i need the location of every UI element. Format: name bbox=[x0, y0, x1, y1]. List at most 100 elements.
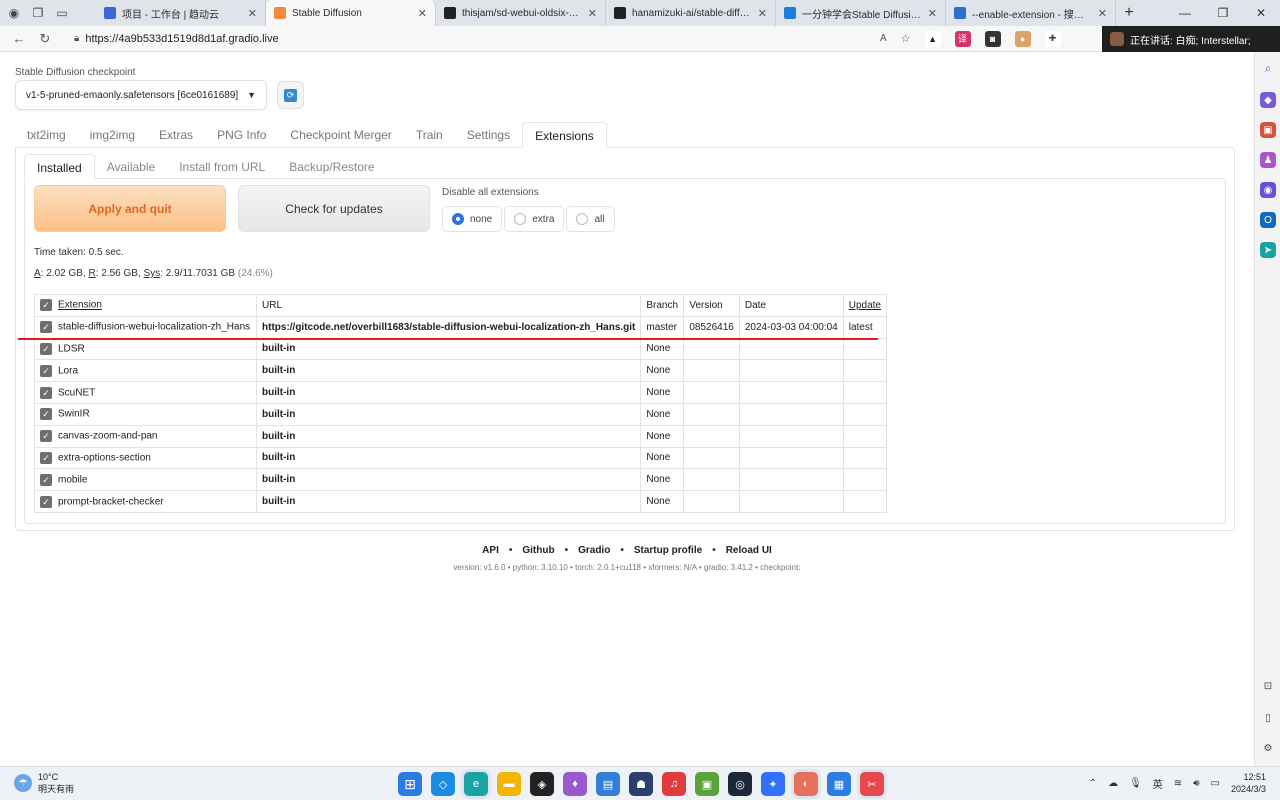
sidebar-tools-icon[interactable]: ▣ bbox=[1260, 122, 1276, 138]
sidebar-copilot-icon[interactable]: ◉ bbox=[1260, 182, 1276, 198]
footer-link-startup-profile[interactable]: Startup profile bbox=[634, 545, 702, 556]
radio-extra[interactable]: extra bbox=[504, 206, 565, 232]
weather-widget[interactable]: ☂ 10°C 明天有雨 bbox=[14, 771, 74, 795]
tab-close-icon[interactable]: ✕ bbox=[418, 7, 427, 20]
sidebar-outlook-icon[interactable]: O bbox=[1260, 212, 1276, 228]
radio-all[interactable]: all bbox=[566, 206, 615, 232]
browser-app-icon[interactable]: ◐ bbox=[794, 772, 818, 796]
browser-tab[interactable]: hanamizuki-ai/stable-diffusion ✕ bbox=[606, 0, 776, 26]
tab-close-icon[interactable]: ✕ bbox=[758, 7, 767, 20]
board-app-icon[interactable]: ▦ bbox=[827, 772, 851, 796]
extension-triangle-icon[interactable]: ▲ bbox=[924, 30, 941, 47]
steam-icon[interactable]: ◎ bbox=[728, 772, 752, 796]
browser-tab[interactable]: --enable-extension - 搜索 --- ✕ bbox=[946, 0, 1116, 26]
browser-tab[interactable]: Stable Diffusion ✕ bbox=[266, 0, 436, 26]
check-for-updates-button[interactable]: Check for updates bbox=[238, 185, 430, 232]
extension-checkbox[interactable]: ✓ bbox=[40, 408, 52, 421]
url-field[interactable]: 🔒︎ https://4a9b533d1519d8d1af.gradio.liv… bbox=[66, 28, 866, 50]
checkpoint-dropdown[interactable]: v1-5-pruned-emaonly.safetensors [6ce0161… bbox=[15, 80, 267, 110]
select-all-checkbox[interactable]: ✓ bbox=[40, 299, 52, 312]
read-aloud-icon[interactable]: A bbox=[880, 33, 887, 44]
table-cell bbox=[683, 359, 740, 383]
extension-translate-icon[interactable]: 译 bbox=[954, 30, 971, 47]
extensions-puzzle-icon[interactable]: ✚ bbox=[1044, 30, 1061, 47]
file-explorer-icon[interactable]: ▬ bbox=[497, 772, 521, 796]
tab-img2img[interactable]: img2img bbox=[78, 122, 147, 148]
sidebar-tag-icon[interactable]: ◆ bbox=[1260, 92, 1276, 108]
subtab-backup-restore[interactable]: Backup/Restore bbox=[277, 154, 386, 180]
extension-checkbox[interactable]: ✓ bbox=[40, 430, 52, 443]
green-app-icon[interactable]: ▣ bbox=[695, 772, 719, 796]
tab-checkpoint-merger[interactable]: Checkpoint Merger bbox=[278, 122, 403, 148]
extension-checkbox[interactable]: ✓ bbox=[40, 473, 52, 486]
tab-png-info[interactable]: PNG Info bbox=[205, 122, 278, 148]
netease-music-icon[interactable]: ♫ bbox=[662, 772, 686, 796]
cursor-app-icon[interactable]: ◈ bbox=[530, 772, 554, 796]
extension-checkbox[interactable]: ✓ bbox=[40, 451, 52, 464]
favorite-star-icon[interactable]: ☆ bbox=[901, 32, 911, 45]
sidebar-layout-icon[interactable]: ▯ bbox=[1260, 710, 1276, 726]
sidebar-search-icon[interactable]: ⌕ bbox=[1260, 60, 1276, 76]
ime-indicator[interactable]: 英 bbox=[1153, 776, 1163, 791]
back-icon[interactable]: ← bbox=[6, 31, 32, 46]
tab-close-icon[interactable]: ✕ bbox=[588, 7, 597, 20]
reload-icon[interactable]: ↻ bbox=[32, 31, 58, 47]
tab-extras[interactable]: Extras bbox=[147, 122, 205, 148]
footer-link-reload-ui[interactable]: Reload UI bbox=[726, 545, 772, 556]
profile-avatar-icon[interactable]: ◉ bbox=[6, 5, 22, 21]
apply-and-quit-button[interactable]: Apply and quit bbox=[34, 185, 226, 232]
sidebar-send-icon[interactable]: ➤ bbox=[1260, 242, 1276, 258]
tab-settings[interactable]: Settings bbox=[455, 122, 522, 148]
edge-icon[interactable]: e bbox=[464, 772, 488, 796]
snipping-tool-icon[interactable]: ✂ bbox=[860, 772, 884, 796]
restore-icon[interactable]: ❐ bbox=[1204, 0, 1242, 26]
browser-tab[interactable]: thisjam/sd-webui-oldsix-prom ✕ bbox=[436, 0, 606, 26]
subtab-install-from-url[interactable]: Install from URL bbox=[167, 154, 277, 180]
tab-close-icon[interactable]: ✕ bbox=[1098, 7, 1107, 20]
extension-cookie-icon[interactable]: ● bbox=[1014, 30, 1031, 47]
extension-glasses-icon[interactable]: ◙ bbox=[984, 30, 1001, 47]
sidebar-settings-icon[interactable]: ⚙ bbox=[1260, 740, 1276, 756]
vscode-icon[interactable]: ◇ bbox=[431, 772, 455, 796]
browser-tab[interactable]: 一分钟学会Stable Diffusion设置 ✕ bbox=[776, 0, 946, 26]
sidebar-games-icon[interactable]: ♟ bbox=[1260, 152, 1276, 168]
microphone-icon[interactable]: 🎙︎ bbox=[1129, 778, 1142, 789]
wifi-icon[interactable]: ≋ bbox=[1174, 778, 1182, 789]
tab-train[interactable]: Train bbox=[404, 122, 455, 148]
clock[interactable]: 12:51 2024/3/3 bbox=[1231, 771, 1266, 795]
footer-link-github[interactable]: Github bbox=[522, 545, 554, 556]
workspaces-icon[interactable]: ❐ bbox=[30, 5, 46, 21]
blue-app-icon[interactable]: ▤ bbox=[596, 772, 620, 796]
subtab-installed[interactable]: Installed bbox=[24, 154, 95, 180]
extension-checkbox[interactable]: ✓ bbox=[40, 495, 52, 508]
tab-close-icon[interactable]: ✕ bbox=[928, 7, 937, 20]
minimize-icon[interactable]: — bbox=[1166, 0, 1204, 26]
purple-app-icon[interactable]: ♦ bbox=[563, 772, 587, 796]
radio-none[interactable]: none bbox=[442, 206, 503, 232]
extension-checkbox[interactable]: ✓ bbox=[40, 342, 52, 355]
cat-app-icon[interactable]: ☗ bbox=[629, 772, 653, 796]
tab-extensions[interactable]: Extensions bbox=[522, 122, 607, 148]
table-cell[interactable]: https://gitcode.net/overbill1683/stable-… bbox=[255, 315, 642, 339]
footer-link-api[interactable]: API bbox=[482, 545, 499, 556]
footer-link-gradio[interactable]: Gradio bbox=[578, 545, 610, 556]
volume-icon[interactable]: 🔊︎ bbox=[1193, 778, 1199, 789]
tab-actions-icon[interactable]: ▭ bbox=[54, 5, 70, 21]
browser-tab[interactable]: 项目 - 工作台 | 趋动云 ✕ bbox=[96, 0, 266, 26]
new-tab-button[interactable]: + bbox=[1116, 0, 1142, 26]
onedrive-icon[interactable]: ☁ bbox=[1108, 778, 1118, 789]
subtab-available[interactable]: Available bbox=[95, 154, 167, 180]
table-row: ✓ stable-diffusion-webui-localization-zh_… bbox=[34, 315, 887, 339]
start-icon[interactable]: ⊞ bbox=[398, 772, 422, 796]
tab-close-icon[interactable]: ✕ bbox=[248, 7, 257, 20]
refresh-checkpoint-button[interactable]: ⟳ bbox=[277, 81, 304, 109]
tab-txt2img[interactable]: txt2img bbox=[15, 122, 78, 148]
extension-checkbox[interactable]: ✓ bbox=[40, 386, 52, 399]
extension-checkbox[interactable]: ✓ bbox=[40, 364, 52, 377]
extension-checkbox[interactable]: ✓ bbox=[40, 321, 52, 334]
tray-expand-icon[interactable]: ⌃ bbox=[1089, 778, 1097, 789]
feishu-icon[interactable]: ✦ bbox=[761, 772, 785, 796]
close-window-icon[interactable]: ✕ bbox=[1242, 0, 1280, 26]
sidebar-screenshot-icon[interactable]: ⊡ bbox=[1260, 678, 1276, 694]
battery-icon[interactable]: ▭ bbox=[1211, 778, 1220, 789]
